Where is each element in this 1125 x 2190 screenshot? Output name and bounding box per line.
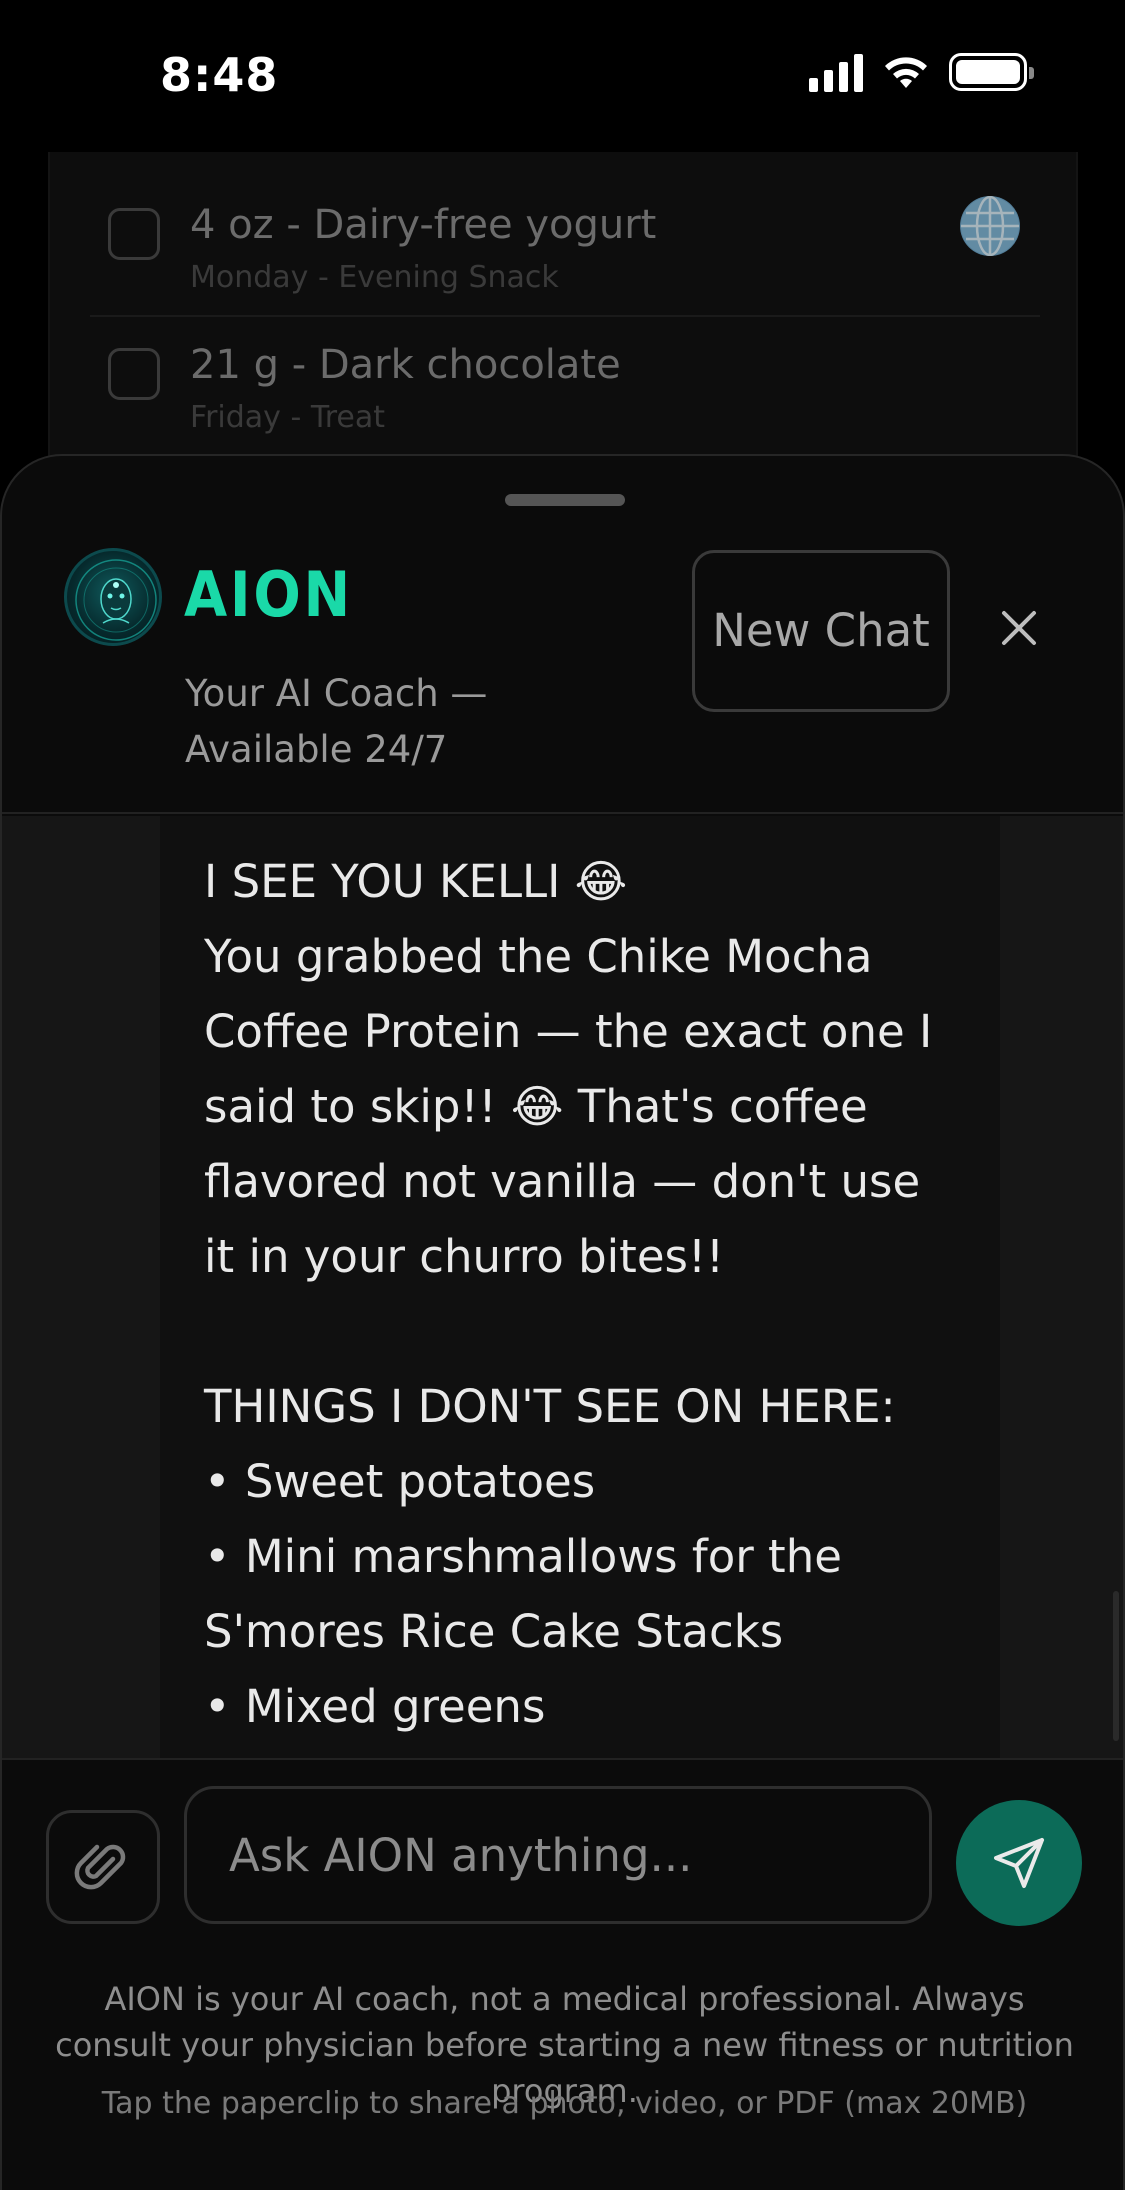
aion-avatar: [64, 548, 162, 646]
send-icon: [994, 1838, 1044, 1888]
send-button[interactable]: [956, 1800, 1082, 1926]
list-item-title: 21 g - Dark chocolate: [190, 342, 621, 388]
scrollbar[interactable]: [1113, 1591, 1119, 1741]
new-chat-button[interactable]: New Chat: [692, 550, 950, 712]
brand-tagline: Your AI Coach — Available 24/7: [185, 672, 488, 771]
battery-icon: [949, 53, 1034, 91]
chat-input[interactable]: [184, 1786, 932, 1924]
message-text: I SEE YOU KELLI 😂 You grabbed the Chike …: [204, 855, 933, 1733]
list-item-subtitle: Friday - Treat: [190, 400, 386, 435]
cellular-signal-icon: [809, 52, 863, 92]
status-icons: [809, 52, 1034, 92]
attach-button[interactable]: [46, 1810, 160, 1924]
status-time: 8:48: [160, 48, 279, 102]
chat-sheet: AION Your AI Coach — Available 24/7 New …: [0, 454, 1125, 2190]
brand-title: AION: [184, 558, 353, 631]
chat-header: AION Your AI Coach — Available 24/7 New …: [2, 456, 1123, 814]
screen: 8:48 4 oz - Dairy-free yogurt Monday - E…: [0, 0, 1125, 2190]
list-item-title: 4 oz - Dairy-free yogurt: [190, 202, 657, 248]
wifi-icon: [885, 57, 927, 88]
attachment-hint: Tap the paperclip to share a photo, vide…: [101, 2086, 1028, 2121]
globe-icon: [960, 196, 1020, 256]
checkbox[interactable]: [108, 208, 160, 260]
composer: AION is your AI coach, not a medical pro…: [2, 1758, 1123, 2190]
close-icon[interactable]: [992, 601, 1046, 655]
checkbox[interactable]: [108, 348, 160, 400]
list-item-subtitle: Monday - Evening Snack: [190, 260, 559, 295]
grocery-list-background: 4 oz - Dairy-free yogurt Monday - Evenin…: [48, 152, 1078, 492]
assistant-message-bubble: I SEE YOU KELLI 😂 You grabbed the Chike …: [160, 816, 1000, 1758]
paperclip-icon: [74, 1844, 126, 1890]
message-list[interactable]: I SEE YOU KELLI 😂 You grabbed the Chike …: [2, 816, 1123, 1758]
list-item: 4 oz - Dairy-free yogurt Monday - Evenin…: [90, 152, 1040, 317]
status-bar: 8:48: [0, 0, 1125, 150]
